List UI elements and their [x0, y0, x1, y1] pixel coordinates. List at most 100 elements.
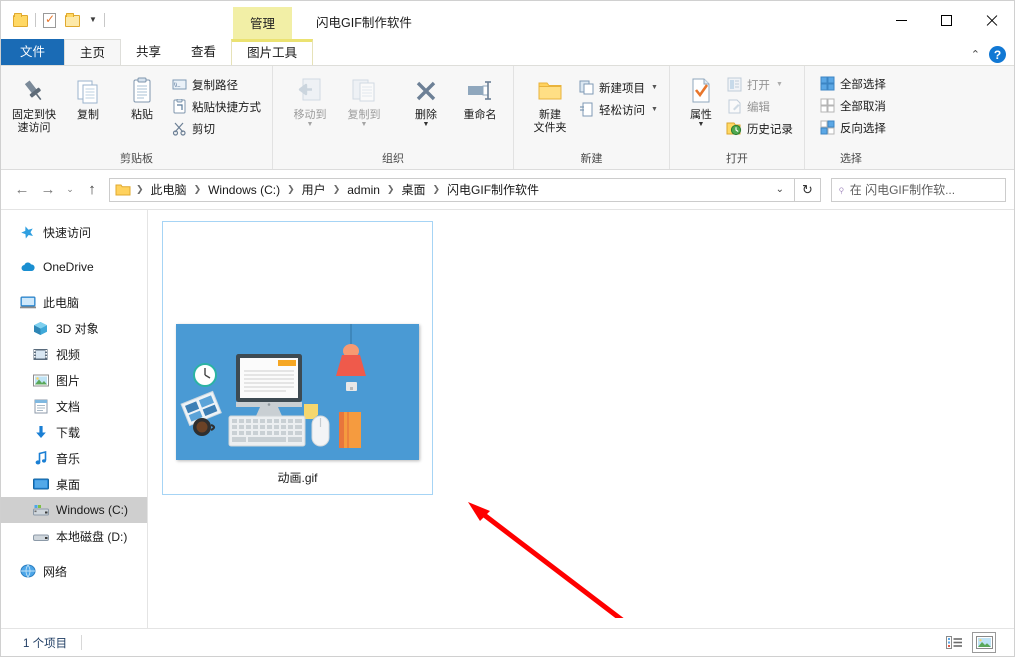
chevron-down-icon[interactable]: ▼ [87, 11, 99, 29]
sidebar-item-network[interactable]: 网络 [1, 558, 147, 584]
chevron-down-icon[interactable]: ▼ [423, 121, 430, 128]
tab-home[interactable]: 主页 [64, 39, 122, 65]
maximize-button[interactable] [924, 1, 969, 39]
history-icon [726, 120, 743, 137]
breadcrumb-item-1[interactable]: Windows (C:) [204, 181, 284, 199]
tab-picture-tools[interactable]: 图片工具 [231, 39, 314, 65]
copy-icon [73, 74, 103, 108]
quick-access-toolbar: ▼ [1, 11, 105, 29]
ribbon-group-open: 属性 ▼ 打开 ▼ 编辑 历史记录 打开 [670, 66, 805, 169]
breadcrumb-separator[interactable]: ❯ [330, 184, 344, 195]
ribbon: 固定到快 速访问 复制 粘贴 \\.. 复制路径 粘贴快捷方式 剪切 剪贴板 移… [1, 65, 1014, 170]
forward-button[interactable]: → [35, 177, 61, 203]
invert-selection-button[interactable]: 反向选择 [817, 117, 891, 138]
copy-to-button[interactable]: 复制到 ▼ [337, 71, 391, 128]
breadcrumb-separator[interactable]: ❯ [429, 184, 443, 195]
tab-file[interactable]: 文件 [1, 39, 65, 65]
status-divider [81, 635, 83, 650]
copy-path-button[interactable]: \\.. 复制路径 [169, 74, 266, 95]
delete-button[interactable]: 删除 ▼ [399, 71, 453, 128]
music-icon [32, 450, 49, 467]
window-controls [879, 1, 1014, 39]
sidebar-item-this-pc[interactable]: 此电脑 [1, 289, 147, 315]
copy-button[interactable]: 复制 [61, 71, 115, 122]
explorer-body: 快速访问 OneDrive 此电脑 3D 对象 视频 图片 文档 下载 音乐 桌… [1, 209, 1014, 628]
cloud-icon [19, 259, 36, 276]
desk-workspace-illustration [176, 324, 419, 460]
large-icons-view-button[interactable] [972, 632, 996, 653]
folder-icon[interactable] [12, 11, 30, 29]
file-list-area[interactable]: 动画.gif [148, 210, 1014, 628]
chevron-down-icon[interactable]: ▼ [307, 121, 314, 128]
search-input[interactable]: ⌕ 在 闪电GIF制作软... [831, 177, 1006, 202]
chevron-down-icon[interactable]: ▼ [651, 106, 658, 113]
sidebar-item-desktop[interactable]: 桌面 [1, 471, 147, 497]
open-button[interactable]: 打开 ▼ [724, 74, 798, 95]
help-icon[interactable]: ? [989, 46, 1006, 63]
select-small-buttons: 全部选择 全部取消 反向选择 [817, 71, 891, 138]
contextual-tab-manage[interactable]: 管理 [233, 7, 293, 39]
tab-view[interactable]: 查看 [176, 39, 231, 65]
select-all-button[interactable]: 全部选择 [817, 73, 891, 94]
move-to-button[interactable]: 移动到 ▼ [283, 71, 337, 128]
breadcrumb-item-4[interactable]: 桌面 [397, 179, 429, 200]
breadcrumb-item-2[interactable]: 用户 [298, 179, 330, 200]
recent-locations-button[interactable]: ⌄ [61, 177, 79, 203]
breadcrumb-dropdown-icon[interactable]: ⌄ [768, 184, 792, 195]
cut-button[interactable]: 剪切 [169, 118, 266, 139]
sidebar-item-downloads[interactable]: 下载 [1, 419, 147, 445]
sidebar-item-quick-access[interactable]: 快速访问 [1, 219, 147, 245]
new-folder-icon[interactable] [64, 11, 82, 29]
edit-button[interactable]: 编辑 [724, 96, 798, 117]
history-label: 历史记录 [746, 123, 793, 136]
sidebar-item-local-disk-d[interactable]: 本地磁盘 (D:) [1, 523, 147, 549]
back-button[interactable]: ← [9, 177, 35, 203]
properties-icon[interactable] [41, 11, 59, 29]
sidebar-label: 快速访问 [43, 225, 92, 240]
sidebar-item-pictures[interactable]: 图片 [1, 367, 147, 393]
breadcrumb-item-3[interactable]: admin [343, 181, 384, 199]
paste-button[interactable]: 粘贴 [115, 71, 169, 122]
sidebar-item-windows-c[interactable]: Windows (C:) [1, 497, 147, 523]
sidebar-item-music[interactable]: 音乐 [1, 445, 147, 471]
breadcrumb[interactable]: ❯ 此电脑 ❯ Windows (C:) ❯ 用户 ❯ admin ❯ 桌面 ❯… [109, 177, 795, 202]
breadcrumb-separator[interactable]: ❯ [191, 184, 205, 195]
collapse-ribbon-icon[interactable]: ⌃ [971, 48, 980, 61]
minimize-button[interactable] [879, 1, 924, 39]
sidebar-item-videos[interactable]: 视频 [1, 341, 147, 367]
breadcrumb-item-5[interactable]: 闪电GIF制作软件 [443, 179, 543, 200]
sidebar-label: 下载 [56, 425, 81, 440]
properties-button[interactable]: 属性 ▼ [678, 71, 724, 128]
refresh-button[interactable]: ↻ [795, 177, 821, 202]
new-item-button[interactable]: 新建项目 ▼ [576, 77, 663, 98]
chevron-down-icon[interactable]: ▼ [776, 81, 783, 88]
chevron-down-icon[interactable]: ▼ [651, 84, 658, 91]
chevron-down-icon[interactable]: ▼ [697, 121, 704, 128]
pin-to-quick-access-button[interactable]: 固定到快 速访问 [7, 71, 61, 135]
search-placeholder: 在 闪电GIF制作软... [849, 183, 956, 197]
tab-share[interactable]: 共享 [121, 39, 176, 65]
breadcrumb-item-0[interactable]: 此电脑 [147, 179, 191, 200]
chevron-down-icon[interactable]: ▼ [361, 121, 368, 128]
sidebar-item-documents[interactable]: 文档 [1, 393, 147, 419]
close-button[interactable] [969, 1, 1014, 39]
rename-button[interactable]: 重命名 [453, 71, 507, 122]
status-bar: 1 个项目 [1, 628, 1014, 656]
easy-access-button[interactable]: 轻松访问 ▼ [576, 99, 663, 120]
qat-divider-2 [103, 13, 105, 27]
breadcrumb-separator[interactable]: ❯ [384, 184, 398, 195]
details-view-button[interactable] [942, 632, 966, 653]
sidebar-label: 网络 [43, 564, 68, 579]
paste-shortcut-button[interactable]: 粘贴快捷方式 [169, 96, 266, 117]
move-to-icon [294, 74, 326, 108]
select-none-button[interactable]: 全部取消 [817, 95, 891, 116]
sidebar-item-3d-objects[interactable]: 3D 对象 [1, 315, 147, 341]
new-folder-button[interactable]: 新建 文件夹 [524, 71, 576, 135]
up-button[interactable]: ↑ [79, 177, 105, 203]
history-button[interactable]: 历史记录 [724, 118, 798, 139]
download-icon [32, 424, 49, 441]
pc-icon [19, 294, 36, 311]
sidebar-item-onedrive[interactable]: OneDrive [1, 254, 147, 280]
list-item[interactable]: 动画.gif [162, 221, 433, 495]
breadcrumb-separator[interactable]: ❯ [284, 184, 298, 195]
